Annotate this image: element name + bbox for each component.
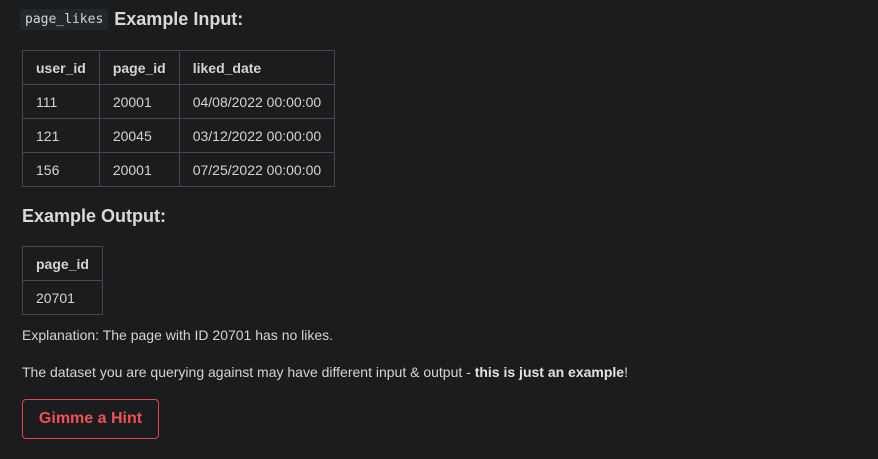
table-header-row: user_id page_id liked_date [22,50,336,85]
table-cell: 111 [22,84,100,119]
dataset-disclaimer: The dataset you are querying against may… [22,364,628,380]
example-output-heading: Example Output: [22,206,167,226]
example-input-heading: page_likes Example Input: [20,9,244,30]
column-header: user_id [22,50,100,85]
example-input-label: Example Input: [114,9,244,29]
table-row: 121 20045 03/12/2022 00:00:00 [22,118,336,153]
table-row: 156 20001 07/25/2022 00:00:00 [22,152,336,187]
table-cell: 156 [22,152,100,187]
disclaimer-emphasis: this is just an example [474,364,625,380]
column-header: liked_date [178,50,336,85]
table-cell: 07/25/2022 00:00:00 [178,152,336,187]
table-name-code: page_likes [20,9,109,30]
table-cell: 121 [22,118,100,153]
table-cell: 20701 [22,280,103,315]
explanation-text: Explanation: The page with ID 20701 has … [22,327,334,343]
example-input-table: user_id page_id liked_date 111 20001 04/… [22,50,336,187]
table-cell: 20001 [98,84,180,119]
table-cell: 04/08/2022 00:00:00 [178,84,336,119]
table-cell: 03/12/2022 00:00:00 [178,118,336,153]
table-header-row: page_id [22,246,103,281]
table-cell: 20001 [98,152,180,187]
column-header: page_id [22,246,103,281]
column-header: page_id [98,50,180,85]
gimme-a-hint-button[interactable]: Gimme a Hint [22,399,159,439]
example-output-table: page_id 20701 [22,246,103,315]
disclaimer-prefix: The dataset you are querying against may… [22,364,475,380]
table-row: 111 20001 04/08/2022 00:00:00 [22,84,336,119]
table-cell: 20045 [98,118,180,153]
disclaimer-suffix: ! [624,364,628,380]
table-row: 20701 [22,280,103,315]
